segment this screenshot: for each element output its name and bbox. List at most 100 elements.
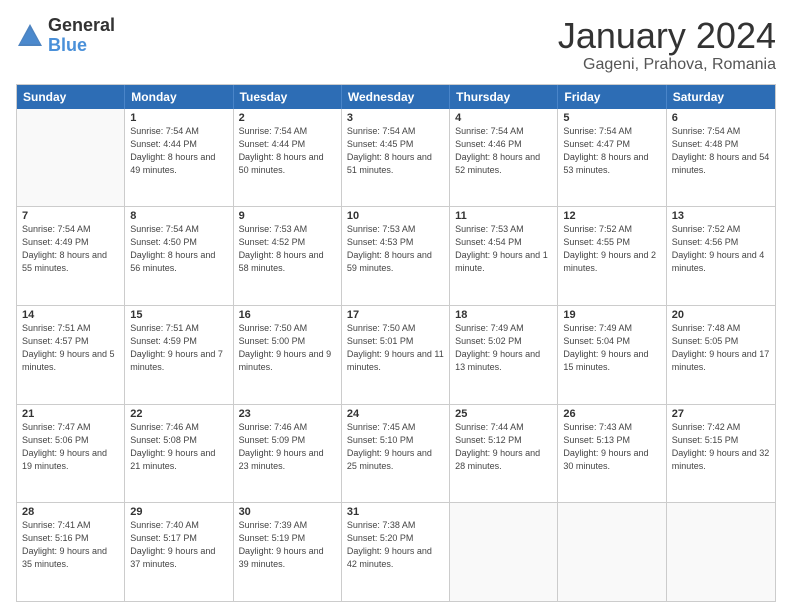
cell-info: Sunrise: 7:41 AM Sunset: 5:16 PM Dayligh… bbox=[22, 519, 119, 571]
day-number: 19 bbox=[563, 309, 660, 321]
day-number: 11 bbox=[455, 210, 552, 222]
cell-info: Sunrise: 7:51 AM Sunset: 4:59 PM Dayligh… bbox=[130, 322, 227, 374]
calendar-row-1: 7Sunrise: 7:54 AM Sunset: 4:49 PM Daylig… bbox=[17, 206, 775, 305]
cell-info: Sunrise: 7:54 AM Sunset: 4:50 PM Dayligh… bbox=[130, 223, 227, 275]
cell-info: Sunrise: 7:40 AM Sunset: 5:17 PM Dayligh… bbox=[130, 519, 227, 571]
calendar-cell: 9Sunrise: 7:53 AM Sunset: 4:52 PM Daylig… bbox=[234, 207, 342, 305]
header: General Blue January 2024 Gageni, Prahov… bbox=[16, 16, 776, 74]
calendar-cell: 30Sunrise: 7:39 AM Sunset: 5:19 PM Dayli… bbox=[234, 503, 342, 601]
day-number: 1 bbox=[130, 112, 227, 124]
day-number: 24 bbox=[347, 408, 444, 420]
calendar-cell: 19Sunrise: 7:49 AM Sunset: 5:04 PM Dayli… bbox=[558, 306, 666, 404]
location: Gageni, Prahova, Romania bbox=[558, 56, 776, 74]
cell-info: Sunrise: 7:47 AM Sunset: 5:06 PM Dayligh… bbox=[22, 421, 119, 473]
day-number: 3 bbox=[347, 112, 444, 124]
day-number: 18 bbox=[455, 309, 552, 321]
calendar-cell: 17Sunrise: 7:50 AM Sunset: 5:01 PM Dayli… bbox=[342, 306, 450, 404]
cell-info: Sunrise: 7:50 AM Sunset: 5:00 PM Dayligh… bbox=[239, 322, 336, 374]
day-number: 22 bbox=[130, 408, 227, 420]
day-number: 20 bbox=[672, 309, 770, 321]
logo-line2: Blue bbox=[48, 36, 115, 56]
calendar-row-0: 1 Sunrise: 7:54 AM Sunset: 4:44 PM Daylig… bbox=[17, 109, 775, 207]
cell-info: Sunrise: 7:53 AM Sunset: 4:53 PM Dayligh… bbox=[347, 223, 444, 275]
day-number: 21 bbox=[22, 408, 119, 420]
header-day-friday: Friday bbox=[558, 85, 666, 109]
day-number: 13 bbox=[672, 210, 770, 222]
calendar-cell: 4Sunrise: 7:54 AM Sunset: 4:46 PM Daylig… bbox=[450, 109, 558, 207]
calendar-cell: 28Sunrise: 7:41 AM Sunset: 5:16 PM Dayli… bbox=[17, 503, 125, 601]
day-number: 9 bbox=[239, 210, 336, 222]
day-number: 4 bbox=[455, 112, 552, 124]
cell-info: Sunrise: 7:54 AM Sunset: 4:47 PM Dayligh… bbox=[563, 125, 660, 177]
title-area: January 2024 Gageni, Prahova, Romania bbox=[558, 16, 776, 74]
calendar-row-3: 21Sunrise: 7:47 AM Sunset: 5:06 PM Dayli… bbox=[17, 404, 775, 503]
header-day-saturday: Saturday bbox=[667, 85, 775, 109]
day-number: 12 bbox=[563, 210, 660, 222]
header-day-sunday: Sunday bbox=[17, 85, 125, 109]
day-number: 6 bbox=[672, 112, 770, 124]
logo-text: General Blue bbox=[48, 16, 115, 56]
calendar-cell: 24Sunrise: 7:45 AM Sunset: 5:10 PM Dayli… bbox=[342, 405, 450, 503]
cell-info: Sunrise: 7:43 AM Sunset: 5:13 PM Dayligh… bbox=[563, 421, 660, 473]
header-day-thursday: Thursday bbox=[450, 85, 558, 109]
calendar-body: 1 Sunrise: 7:54 AM Sunset: 4:44 PM Daylig… bbox=[17, 109, 775, 601]
cell-info: Sunrise: 7:42 AM Sunset: 5:15 PM Dayligh… bbox=[672, 421, 770, 473]
month-title: January 2024 bbox=[558, 16, 776, 56]
calendar-cell: 5Sunrise: 7:54 AM Sunset: 4:47 PM Daylig… bbox=[558, 109, 666, 207]
calendar-cell: 18Sunrise: 7:49 AM Sunset: 5:02 PM Dayli… bbox=[450, 306, 558, 404]
cell-info: Sunrise: 7:51 AM Sunset: 4:57 PM Dayligh… bbox=[22, 322, 119, 374]
logo-icon bbox=[16, 22, 44, 50]
calendar-cell: 16Sunrise: 7:50 AM Sunset: 5:00 PM Dayli… bbox=[234, 306, 342, 404]
cell-info: Sunrise: 7:54 AM Sunset: 4:48 PM Dayligh… bbox=[672, 125, 770, 177]
day-number: 7 bbox=[22, 210, 119, 222]
cell-info: Sunrise: 7:52 AM Sunset: 4:55 PM Dayligh… bbox=[563, 223, 660, 275]
calendar-cell: 23Sunrise: 7:46 AM Sunset: 5:09 PM Dayli… bbox=[234, 405, 342, 503]
header-day-monday: Monday bbox=[125, 85, 233, 109]
calendar-row-2: 14Sunrise: 7:51 AM Sunset: 4:57 PM Dayli… bbox=[17, 305, 775, 404]
day-number: 29 bbox=[130, 506, 227, 518]
calendar-cell: 29Sunrise: 7:40 AM Sunset: 5:17 PM Dayli… bbox=[125, 503, 233, 601]
calendar-cell: 3Sunrise: 7:54 AM Sunset: 4:45 PM Daylig… bbox=[342, 109, 450, 207]
calendar-cell: 11Sunrise: 7:53 AM Sunset: 4:54 PM Dayli… bbox=[450, 207, 558, 305]
cell-info: Sunrise: 7:50 AM Sunset: 5:01 PM Dayligh… bbox=[347, 322, 444, 374]
cell-info: Sunrise: 7:48 AM Sunset: 5:05 PM Dayligh… bbox=[672, 322, 770, 374]
cell-info: Sunrise: 7:54 AM Sunset: 4:49 PM Dayligh… bbox=[22, 223, 119, 275]
cell-info: Sunrise: 7:38 AM Sunset: 5:20 PM Dayligh… bbox=[347, 519, 444, 571]
day-number: 5 bbox=[563, 112, 660, 124]
cell-info: Sunrise: 7:45 AM Sunset: 5:10 PM Dayligh… bbox=[347, 421, 444, 473]
day-number: 15 bbox=[130, 309, 227, 321]
calendar-cell bbox=[17, 109, 125, 207]
calendar-cell: 27Sunrise: 7:42 AM Sunset: 5:15 PM Dayli… bbox=[667, 405, 775, 503]
day-number: 16 bbox=[239, 309, 336, 321]
day-number: 17 bbox=[347, 309, 444, 321]
calendar-cell bbox=[558, 503, 666, 601]
day-number: 8 bbox=[130, 210, 227, 222]
cell-info: Sunrise: 7:54 AM Sunset: 4:45 PM Dayligh… bbox=[347, 125, 444, 177]
cell-info: Sunrise: 7:53 AM Sunset: 4:54 PM Dayligh… bbox=[455, 223, 552, 275]
header-day-wednesday: Wednesday bbox=[342, 85, 450, 109]
cell-info: Sunrise: 7:39 AM Sunset: 5:19 PM Dayligh… bbox=[239, 519, 336, 571]
day-number: 31 bbox=[347, 506, 444, 518]
cell-info: Sunrise: 7:54 AM Sunset: 4:46 PM Dayligh… bbox=[455, 125, 552, 177]
calendar-cell: 26Sunrise: 7:43 AM Sunset: 5:13 PM Dayli… bbox=[558, 405, 666, 503]
calendar-cell: 12Sunrise: 7:52 AM Sunset: 4:55 PM Dayli… bbox=[558, 207, 666, 305]
calendar-row-4: 28Sunrise: 7:41 AM Sunset: 5:16 PM Dayli… bbox=[17, 502, 775, 601]
day-number: 23 bbox=[239, 408, 336, 420]
calendar-cell: 2Sunrise: 7:54 AM Sunset: 4:44 PM Daylig… bbox=[234, 109, 342, 207]
calendar-cell: 14Sunrise: 7:51 AM Sunset: 4:57 PM Dayli… bbox=[17, 306, 125, 404]
day-number: 10 bbox=[347, 210, 444, 222]
cell-info: Sunrise: 7:54 AM Sunset: 4:44 PM Dayligh… bbox=[239, 125, 336, 177]
calendar: SundayMondayTuesdayWednesdayThursdayFrid… bbox=[16, 84, 776, 602]
day-number: 2 bbox=[239, 112, 336, 124]
cell-info: Sunrise: 7:46 AM Sunset: 5:09 PM Dayligh… bbox=[239, 421, 336, 473]
cell-info: Sunrise: 7:49 AM Sunset: 5:02 PM Dayligh… bbox=[455, 322, 552, 374]
cell-info: Sunrise: 7:49 AM Sunset: 5:04 PM Dayligh… bbox=[563, 322, 660, 374]
calendar-cell bbox=[450, 503, 558, 601]
calendar-cell: 21Sunrise: 7:47 AM Sunset: 5:06 PM Dayli… bbox=[17, 405, 125, 503]
calendar-cell bbox=[667, 503, 775, 601]
calendar-cell: 20Sunrise: 7:48 AM Sunset: 5:05 PM Dayli… bbox=[667, 306, 775, 404]
cell-info: Sunrise: 7:46 AM Sunset: 5:08 PM Dayligh… bbox=[130, 421, 227, 473]
cell-info: Sunrise: 7:44 AM Sunset: 5:12 PM Dayligh… bbox=[455, 421, 552, 473]
calendar-cell: 22Sunrise: 7:46 AM Sunset: 5:08 PM Dayli… bbox=[125, 405, 233, 503]
calendar-cell: 7Sunrise: 7:54 AM Sunset: 4:49 PM Daylig… bbox=[17, 207, 125, 305]
